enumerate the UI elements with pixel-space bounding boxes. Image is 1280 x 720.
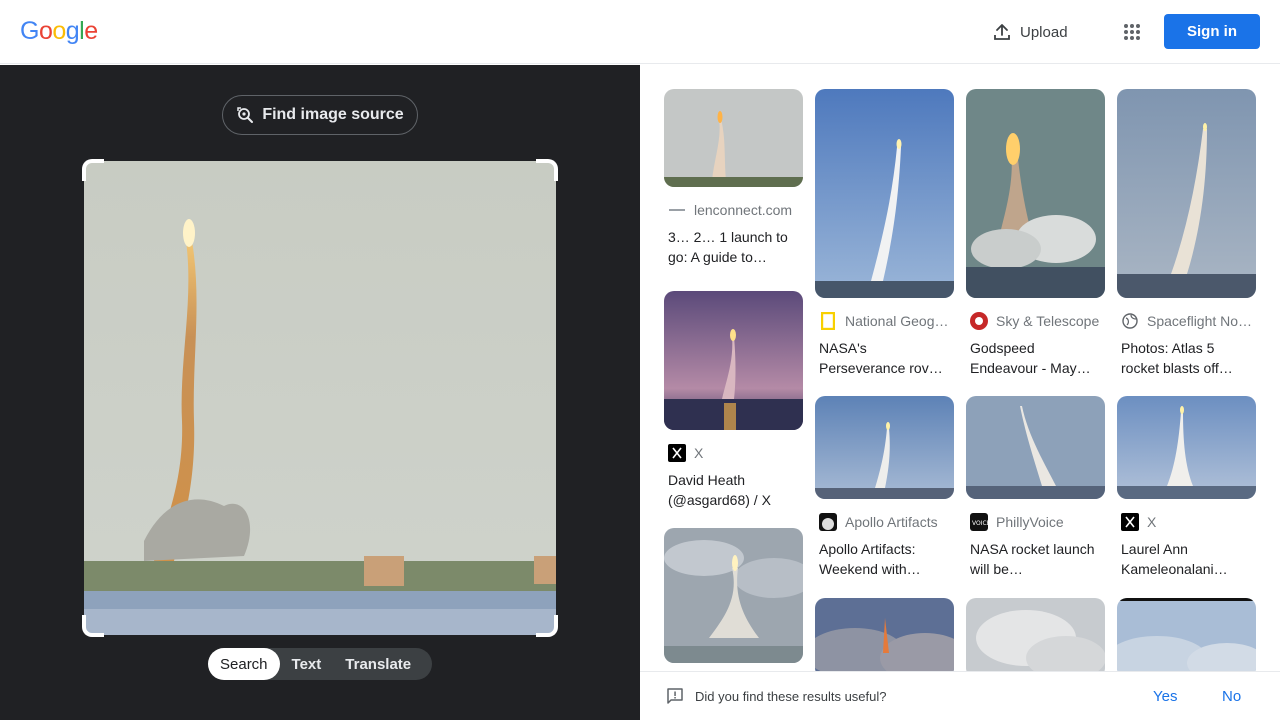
result-thumbnail: [1117, 396, 1256, 499]
result-thumbnail: [815, 396, 954, 499]
result-source-name: X: [694, 445, 704, 461]
result-thumbnail: [815, 598, 954, 671]
svg-text:VOICE: VOICE: [972, 520, 988, 527]
result-title: NASA's Perseverance rov…: [819, 340, 943, 376]
logo-letter: g: [65, 17, 80, 45]
result-thumbnail: [815, 89, 954, 298]
result-source: National Geog…: [815, 312, 954, 330]
find-image-source-label: Find image source: [262, 106, 404, 123]
logo-letter: e: [84, 17, 98, 45]
result-card[interactable]: lenconnect.com 3… 2… 1 launch to go: A g…: [664, 89, 803, 267]
result-card[interactable]: [664, 528, 803, 671]
upload-icon: [994, 24, 1010, 40]
logo-letter: G: [20, 17, 39, 45]
result-title: Apollo Artifacts: Weekend with…: [819, 541, 921, 577]
logo-letter: o: [52, 17, 66, 45]
result-source: Spaceflight No…: [1117, 312, 1256, 330]
sky-telescope-icon: [970, 312, 988, 330]
result-title: Laurel Ann Kameleonalani…: [1121, 541, 1228, 577]
result-thumbnail: [664, 291, 803, 430]
result-thumbnail: [1117, 89, 1256, 298]
apollo-icon: [819, 513, 837, 531]
image-preview-panel: Find image source Search Text Translate: [0, 65, 640, 720]
result-source: Apollo Artifacts: [815, 513, 954, 531]
result-thumbnail: [664, 528, 803, 663]
feedback-no-button[interactable]: No: [1222, 688, 1241, 705]
find-image-source-button[interactable]: Find image source: [222, 95, 418, 135]
result-source-name: X: [1147, 514, 1157, 530]
x-logo-icon: [1121, 513, 1139, 531]
result-source-name: National Geog…: [845, 313, 949, 329]
mode-text-tab[interactable]: Text: [280, 648, 334, 680]
result-card[interactable]: [1117, 598, 1256, 671]
feedback-icon: [667, 688, 683, 704]
crop-handle-top-left[interactable]: [82, 159, 104, 181]
result-card[interactable]: Spaceflight No… Photos: Atlas 5 rocket b…: [1117, 89, 1256, 378]
upload-label: Upload: [1020, 23, 1068, 41]
result-source-name: lenconnect.com: [694, 202, 793, 218]
result-card[interactable]: X Laurel Ann Kameleonalani…: [1117, 396, 1256, 579]
logo-letter: o: [38, 17, 53, 45]
header: Google Upload Sign in: [0, 0, 1280, 64]
uploaded-image: [84, 161, 556, 635]
result-card[interactable]: National Geog… NASA's Perseverance rov…: [815, 89, 954, 378]
x-logo-icon: [668, 444, 686, 462]
feedback-bar: Did you find these results useful? Yes N…: [640, 671, 1280, 720]
result-card[interactable]: VOICE PhillyVoice NASA rocket launch wil…: [966, 396, 1105, 579]
result-card[interactable]: [966, 598, 1105, 671]
result-card[interactable]: X David Heath (@asgard68) / X: [664, 291, 803, 510]
upload-button[interactable]: Upload: [993, 21, 1068, 43]
mode-translate-tab[interactable]: Translate: [333, 648, 423, 680]
result-thumbnail: [966, 396, 1105, 499]
natgeo-icon: [819, 312, 837, 330]
google-logo[interactable]: Google: [20, 17, 98, 46]
site-dash-icon: [668, 201, 686, 219]
mode-search-tab[interactable]: Search: [208, 648, 280, 680]
result-source: X: [1117, 513, 1256, 531]
feedback-yes-button[interactable]: Yes: [1153, 688, 1177, 705]
crop-handle-bottom-left[interactable]: [82, 615, 104, 637]
result-title: Godspeed Endeavour - May…: [970, 340, 1091, 376]
lens-search-icon: [237, 107, 254, 123]
result-source: X: [664, 444, 803, 462]
result-title: 3… 2… 1 launch to go: A guide to…: [668, 229, 788, 265]
result-source-name: Apollo Artifacts: [845, 514, 938, 530]
crop-handle-bottom-right[interactable]: [536, 615, 558, 637]
result-card[interactable]: [815, 598, 954, 671]
result-source-name: Spaceflight No…: [1147, 313, 1253, 329]
result-card[interactable]: Sky & Telescope Godspeed Endeavour - May…: [966, 89, 1105, 378]
result-title: NASA rocket launch will be…: [970, 541, 1095, 577]
result-thumbnail: [966, 598, 1105, 671]
feedback-question: Did you find these results useful?: [695, 688, 887, 704]
crop-handle-top-right[interactable]: [536, 159, 558, 181]
result-title: David Heath (@asgard68) / X: [668, 472, 771, 508]
sign-in-button[interactable]: Sign in: [1164, 14, 1260, 49]
apps-grid-icon[interactable]: [1120, 20, 1144, 44]
result-source: Sky & Telescope: [966, 312, 1105, 330]
result-card[interactable]: Apollo Artifacts Apollo Artifacts: Weeke…: [815, 396, 954, 579]
result-source-name: PhillyVoice: [996, 514, 1064, 530]
mode-switcher: Search Text Translate: [208, 648, 432, 680]
globe-icon: [1121, 312, 1139, 330]
result-thumbnail: [966, 89, 1105, 298]
visual-matches-grid: lenconnect.com 3… 2… 1 launch to go: A g…: [640, 65, 1280, 671]
phillyvoice-icon: VOICE: [970, 513, 988, 531]
result-thumbnail: [1117, 598, 1256, 671]
result-source: VOICE PhillyVoice: [966, 513, 1105, 531]
result-source: lenconnect.com: [664, 201, 803, 219]
result-source-name: Sky & Telescope: [996, 313, 1100, 329]
result-thumbnail: [664, 89, 803, 187]
result-title: Photos: Atlas 5 rocket blasts off…: [1121, 340, 1233, 376]
